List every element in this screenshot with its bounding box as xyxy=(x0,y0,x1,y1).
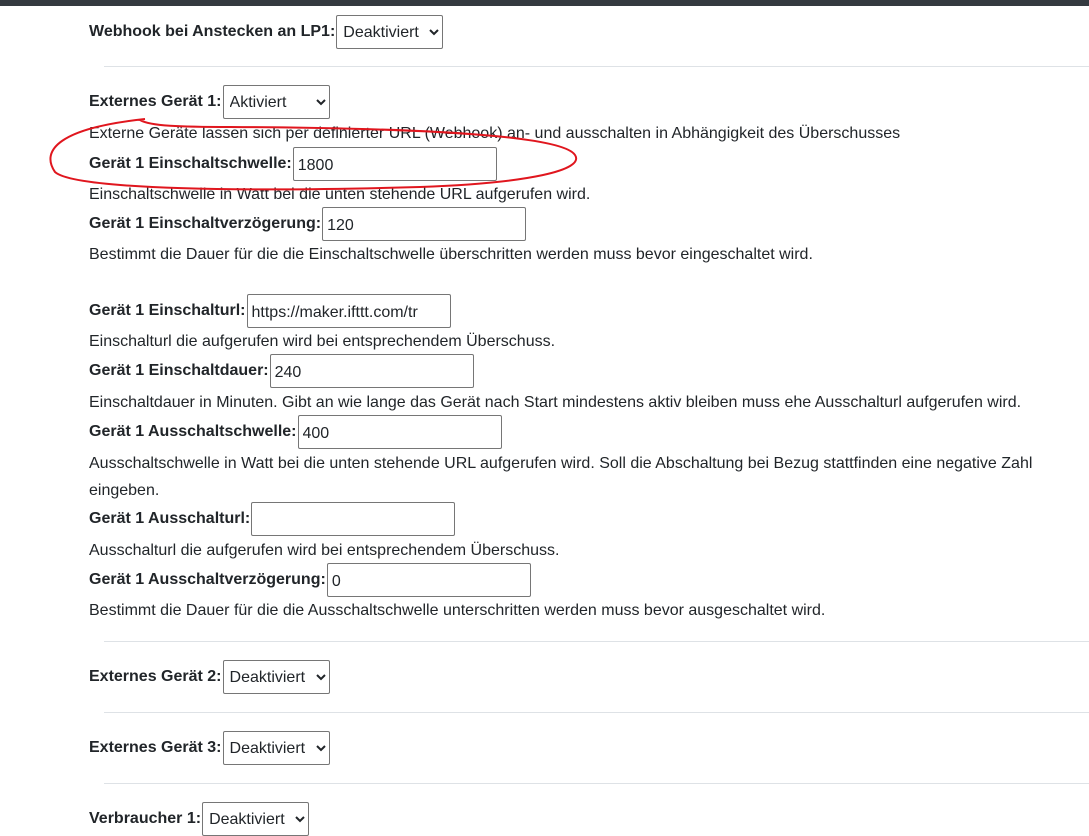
ext2-label: Externes Gerät 2: xyxy=(89,668,222,685)
einschaltdauer-row: Gerät 1 Einschaltdauer: xyxy=(89,354,474,388)
einschalturl-row: Gerät 1 Einschalturl: xyxy=(89,294,451,328)
ausschaltverzoegerung-row: Gerät 1 Ausschaltverzögerung: xyxy=(89,563,531,597)
ext3-row: Externes Gerät 3: Deaktiviert xyxy=(89,731,330,765)
webhook-label: Webhook bei Anstecken an LP1: xyxy=(89,23,336,40)
einschalturl-description: Einschalturl die aufgerufen wird bei ent… xyxy=(89,333,556,350)
ext2-row: Externes Gerät 2: Deaktiviert xyxy=(89,660,330,694)
einschaltschwelle-row: Gerät 1 Einschaltschwelle: xyxy=(89,147,497,181)
ext1-row: Externes Gerät 1: Aktiviert xyxy=(89,85,330,119)
einschaltdauer-description: Einschaltdauer in Minuten. Gibt an wie l… xyxy=(89,394,1022,411)
ausschaltschwelle-description-line2: eingeben. xyxy=(89,482,160,499)
ext1-label: Externes Gerät 1: xyxy=(89,93,222,110)
webhook-select[interactable]: Deaktiviert xyxy=(336,15,444,49)
verbraucher1-select[interactable]: Deaktiviert xyxy=(202,802,310,836)
ausschaltschwelle-description-line1: Ausschaltschwelle in Watt bei die unten … xyxy=(89,455,1033,472)
divider xyxy=(104,783,1089,784)
ausschaltschwelle-label: Gerät 1 Ausschaltschwelle: xyxy=(89,423,297,440)
einschaltverzoegerung-description: Bestimmt die Dauer für die die Einschalt… xyxy=(89,246,813,263)
einschalturl-input[interactable] xyxy=(246,294,451,328)
einschaltverzoegerung-input[interactable] xyxy=(322,207,527,241)
ext1-select[interactable]: Aktiviert xyxy=(222,85,330,119)
einschaltschwelle-description: Einschaltschwelle in Watt bei die unten … xyxy=(89,186,591,203)
divider xyxy=(104,66,1089,67)
ausschaltschwelle-input[interactable] xyxy=(297,415,502,449)
verbraucher1-label: Verbraucher 1: xyxy=(89,810,202,827)
einschaltdauer-label: Gerät 1 Einschaltdauer: xyxy=(89,362,269,379)
divider xyxy=(104,641,1089,642)
ext3-label: Externes Gerät 3: xyxy=(89,739,222,756)
ext2-select[interactable]: Deaktiviert xyxy=(222,660,330,694)
ausschaltverzoegerung-input[interactable] xyxy=(326,563,531,597)
ausschalturl-row: Gerät 1 Ausschalturl: xyxy=(89,502,456,536)
verbraucher1-row: Verbraucher 1: Deaktiviert xyxy=(89,802,310,836)
einschaltschwelle-label: Gerät 1 Einschaltschwelle: xyxy=(89,155,292,172)
einschaltverzoegerung-row: Gerät 1 Einschaltverzögerung: xyxy=(89,207,527,241)
ausschalturl-description: Ausschalturl die aufgerufen wird bei ent… xyxy=(89,542,560,559)
ext3-select[interactable]: Deaktiviert xyxy=(222,731,330,765)
divider xyxy=(104,712,1089,713)
ausschaltverzoegerung-description: Bestimmt die Dauer für die die Ausschalt… xyxy=(89,602,826,619)
einschaltverzoegerung-label: Gerät 1 Einschaltverzögerung: xyxy=(89,215,322,232)
ausschaltschwelle-row: Gerät 1 Ausschaltschwelle: xyxy=(89,415,502,449)
ausschalturl-input[interactable] xyxy=(251,502,456,536)
einschaltschwelle-input[interactable] xyxy=(292,147,497,181)
webhook-row: Webhook bei Anstecken an LP1: Deaktivier… xyxy=(89,15,444,49)
ausschaltverzoegerung-label: Gerät 1 Ausschaltverzögerung: xyxy=(89,571,326,588)
top-bar xyxy=(0,0,1089,6)
einschalturl-label: Gerät 1 Einschalturl: xyxy=(89,302,246,319)
ext1-description: Externe Geräte lassen sich per definiert… xyxy=(89,125,901,142)
ausschalturl-label: Gerät 1 Ausschalturl: xyxy=(89,510,251,527)
einschaltdauer-input[interactable] xyxy=(269,354,474,388)
